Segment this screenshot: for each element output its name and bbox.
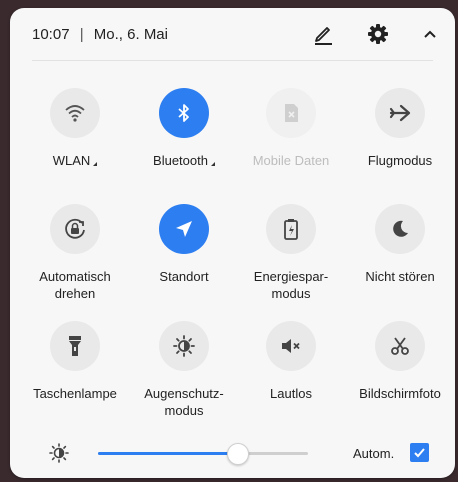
- tile-wlan[interactable]: WLAN: [25, 88, 125, 169]
- tile-standort[interactable]: Standort: [134, 204, 234, 285]
- tile-taschenlampe[interactable]: Taschenlampe: [25, 321, 125, 402]
- edit-icon[interactable]: [310, 21, 336, 47]
- gear-icon[interactable]: [365, 21, 391, 47]
- tile-augenschutzmodus[interactable]: Augenschutz- modus: [134, 321, 234, 419]
- screenshot-icon: [375, 321, 425, 371]
- tile-flugmodus[interactable]: Flugmodus: [350, 88, 450, 169]
- auto-rotate-icon: [50, 204, 100, 254]
- checkmark-icon: [414, 448, 425, 458]
- airplane-icon: [375, 88, 425, 138]
- mute-icon: [266, 321, 316, 371]
- tile-label: Standort: [159, 269, 209, 284]
- location-icon: [159, 204, 209, 254]
- tile-bildschirmfoto[interactable]: Bildschirmfoto: [350, 321, 450, 402]
- battery-saver-icon: [266, 204, 316, 254]
- tile-label: Nicht stören: [365, 269, 435, 284]
- wifi-icon: [50, 88, 100, 138]
- slider-fill: [98, 452, 237, 455]
- tile-label: Energiespar- modus: [253, 269, 329, 301]
- tile-label: Bildschirmfoto: [359, 386, 441, 401]
- bluetooth-icon: [159, 88, 209, 138]
- brightness-icon: [48, 442, 70, 464]
- tile-label: Lautlos: [270, 386, 312, 401]
- brightness-slider[interactable]: [98, 443, 308, 465]
- tile-auto-rotate[interactable]: Automatisch drehen: [25, 204, 125, 302]
- moon-icon: [375, 204, 425, 254]
- tile-lautlos[interactable]: Lautlos: [241, 321, 341, 402]
- tile-label: WLAN: [25, 152, 125, 169]
- quick-settings-panel: 10:07 | Mo., 6. Mai WLAN Bluetooth Mobil…: [10, 8, 455, 478]
- chevron-up-icon[interactable]: [417, 21, 443, 47]
- tile-label: Bluetooth: [134, 152, 234, 169]
- tile-label: Augenschutz- modus: [144, 386, 224, 418]
- tile-label: Mobile Daten: [252, 153, 330, 168]
- tile-mobile-data[interactable]: Mobile Daten: [241, 88, 341, 169]
- eye-comfort-icon: [159, 321, 209, 371]
- tile-bluetooth[interactable]: Bluetooth: [134, 88, 234, 169]
- tile-label: Taschenlampe: [33, 386, 117, 401]
- tile-energiesparmodus[interactable]: Energiespar- modus: [241, 204, 341, 302]
- header-divider: [32, 60, 433, 61]
- mobile-data-icon: [266, 88, 316, 138]
- tile-label: Flugmodus: [367, 153, 433, 168]
- auto-brightness-label: Autom.: [353, 446, 395, 461]
- brightness-row: Autom.: [10, 436, 455, 470]
- clock: 10:07: [32, 26, 70, 43]
- flashlight-icon: [50, 321, 100, 371]
- date-time: 10:07 | Mo., 6. Mai: [32, 26, 168, 43]
- tile-nicht-stoeren[interactable]: Nicht stören: [350, 204, 450, 285]
- auto-brightness-checkbox[interactable]: [410, 443, 429, 462]
- slider-thumb[interactable]: [226, 443, 249, 465]
- tile-label: Automatisch drehen: [39, 269, 111, 301]
- status-header: 10:07 | Mo., 6. Mai: [10, 8, 455, 60]
- separator: |: [79, 26, 84, 43]
- date: Mo., 6. Mai: [93, 26, 168, 43]
